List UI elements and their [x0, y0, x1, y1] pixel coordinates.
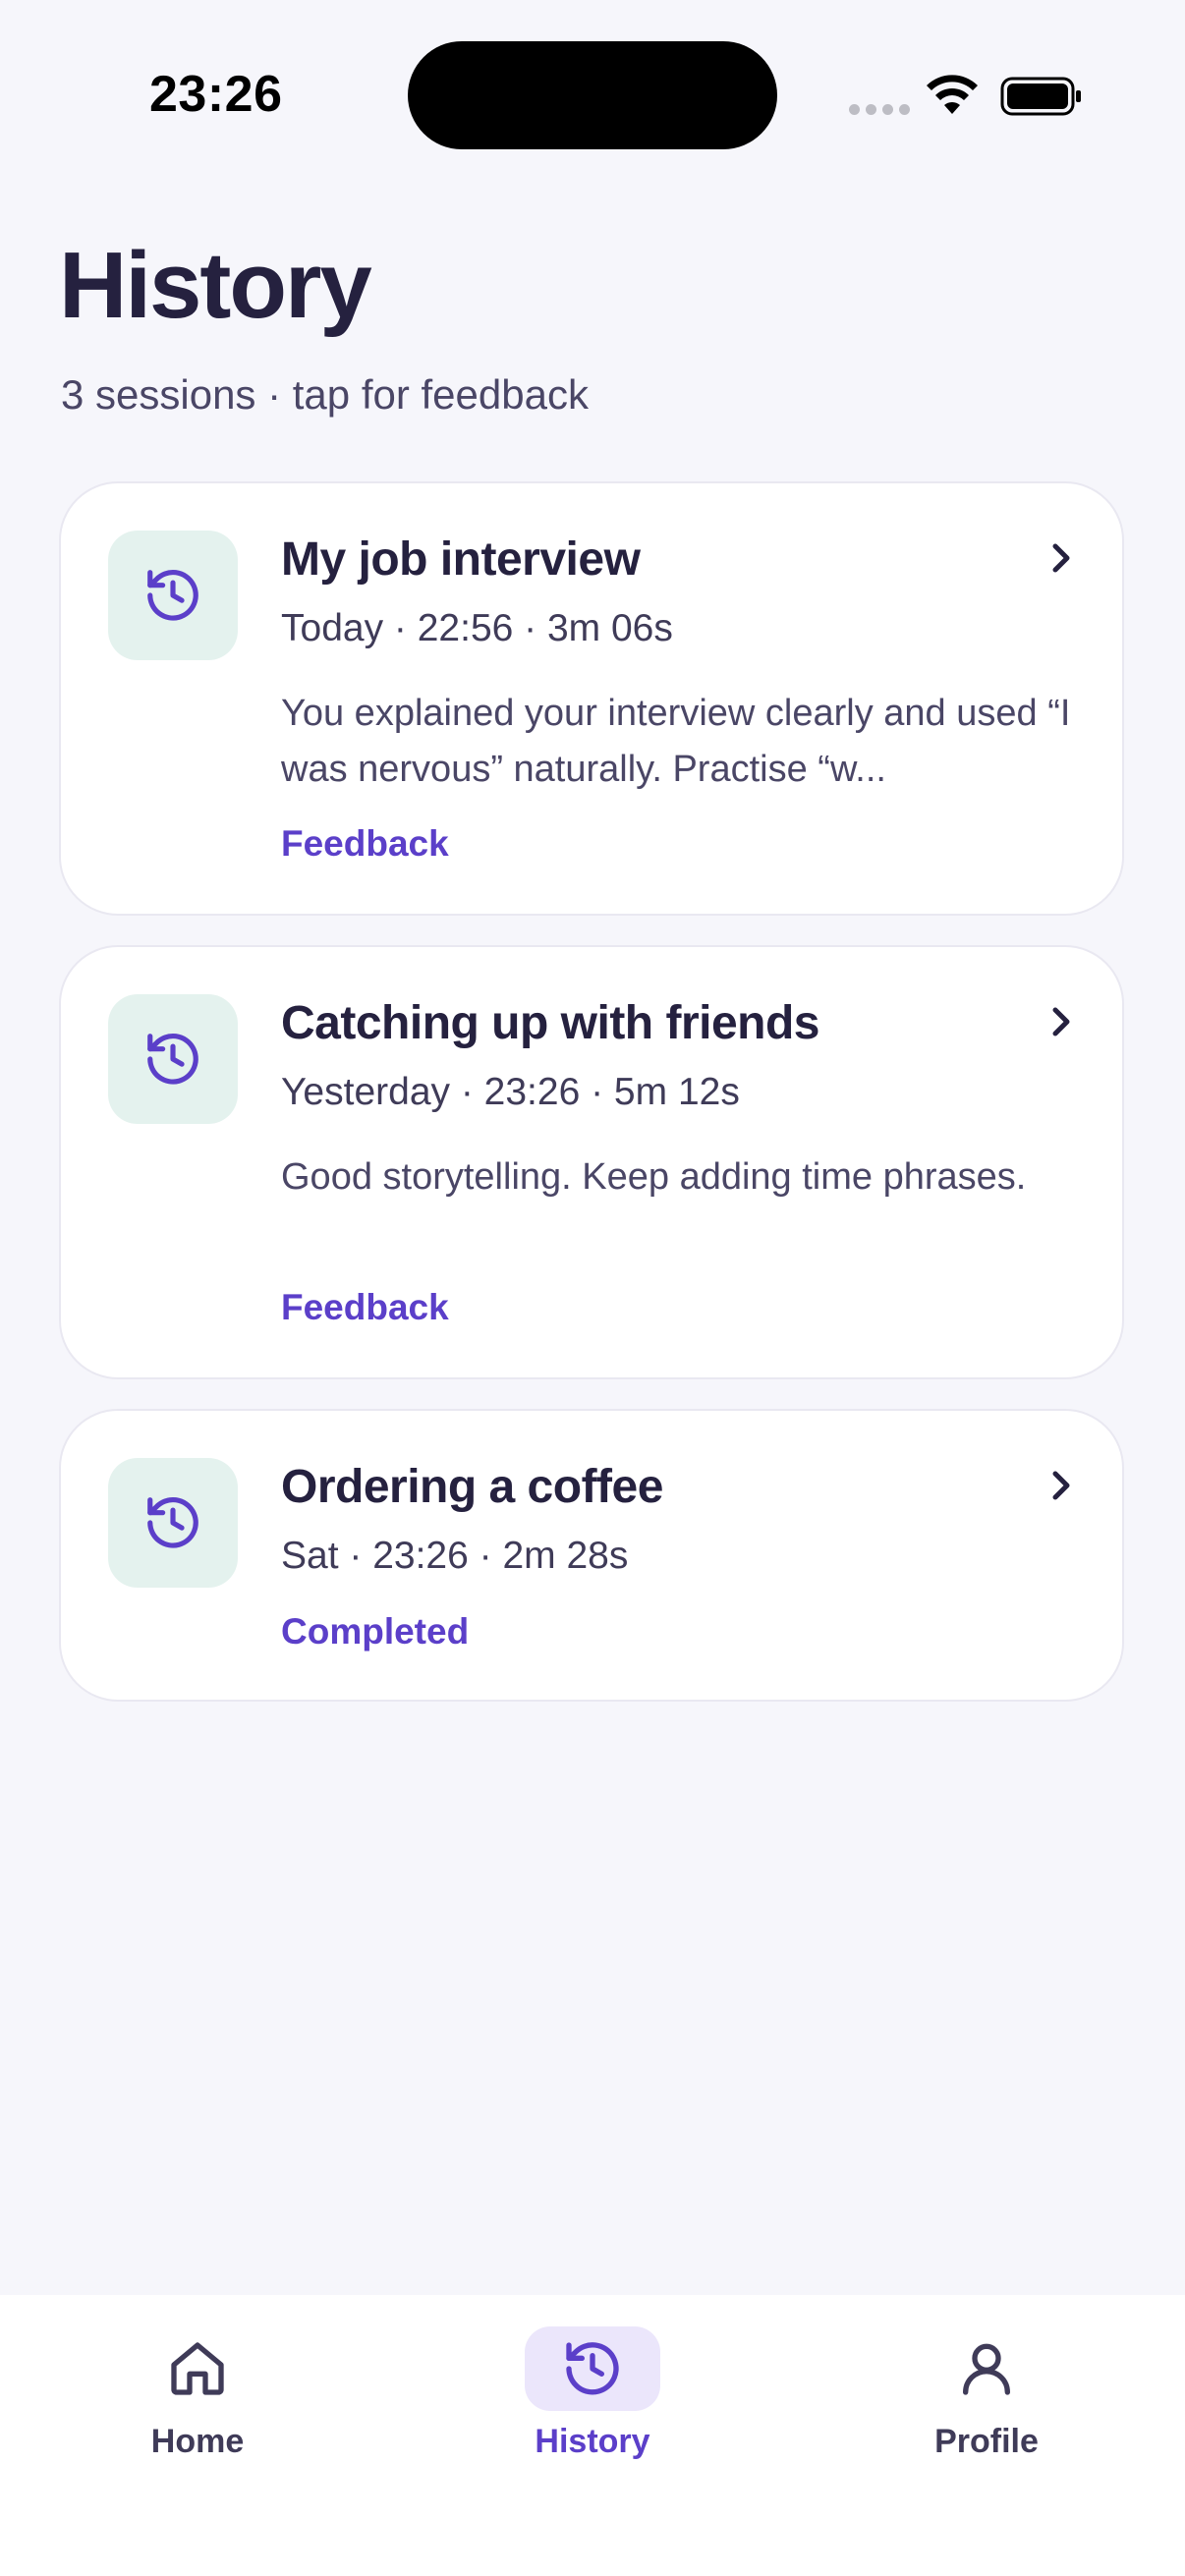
tab-icon-wrap [525, 2326, 660, 2411]
page-subtitle: 3 sessions · tap for feedback [61, 371, 589, 418]
session-icon-tile [108, 531, 238, 660]
session-title: My job interview [281, 533, 641, 586]
session-title: Ordering a coffee [281, 1461, 663, 1513]
feedback-link[interactable]: Feedback [281, 1287, 449, 1328]
chevron-right-icon [1052, 1471, 1070, 1500]
completed-status: Completed [281, 1611, 470, 1652]
status-bar: 23:26 [0, 0, 1185, 187]
session-summary: Good storytelling. Keep adding time phra… [281, 1156, 1027, 1198]
chevron-right-icon [1052, 543, 1070, 573]
history-icon [147, 1034, 198, 1085]
history-icon [147, 570, 198, 621]
session-card-ordering-coffee[interactable]: Ordering a coffee Sat · 23:26 · 2m 28s C… [59, 1409, 1124, 1702]
tab-label: Profile [934, 2423, 1039, 2460]
tab-icon-wrap [130, 2326, 265, 2411]
history-icon [147, 1497, 198, 1548]
history-icon [566, 2342, 619, 2395]
session-meta: Today · 22:56 · 3m 06s [281, 607, 673, 649]
session-meta: Sat · 23:26 · 2m 28s [281, 1535, 629, 1577]
wifi-icon [927, 75, 978, 114]
dynamic-island [408, 41, 777, 149]
tab-history[interactable]: History [475, 2326, 710, 2484]
feedback-link[interactable]: Feedback [281, 823, 449, 865]
cellular-signal-icon [849, 104, 910, 115]
tab-label: History [535, 2423, 650, 2460]
status-time: 23:26 [149, 66, 283, 123]
session-summary: You explained your interview clearly and… [281, 693, 1071, 790]
home-icon [171, 2342, 224, 2395]
session-card-catching-up[interactable]: Catching up with friends Yesterday · 23:… [59, 945, 1124, 1379]
profile-icon [963, 2343, 1010, 2395]
tab-profile[interactable]: Profile [869, 2326, 1104, 2484]
tab-label: Home [150, 2423, 245, 2460]
tab-icon-wrap [919, 2326, 1054, 2411]
session-icon-tile [108, 994, 238, 1124]
session-meta: Yesterday · 23:26 · 5m 12s [281, 1071, 740, 1113]
session-card-job-interview[interactable]: My job interview Today · 22:56 · 3m 06s … [59, 481, 1124, 916]
session-icon-tile [108, 1458, 238, 1588]
tab-home[interactable]: Home [80, 2326, 315, 2484]
session-title: Catching up with friends [281, 997, 820, 1049]
tab-bar: Home History Profile [0, 2295, 1185, 2576]
battery-icon [1000, 77, 1081, 116]
page-title: History [59, 233, 372, 338]
chevron-right-icon [1052, 1007, 1070, 1036]
